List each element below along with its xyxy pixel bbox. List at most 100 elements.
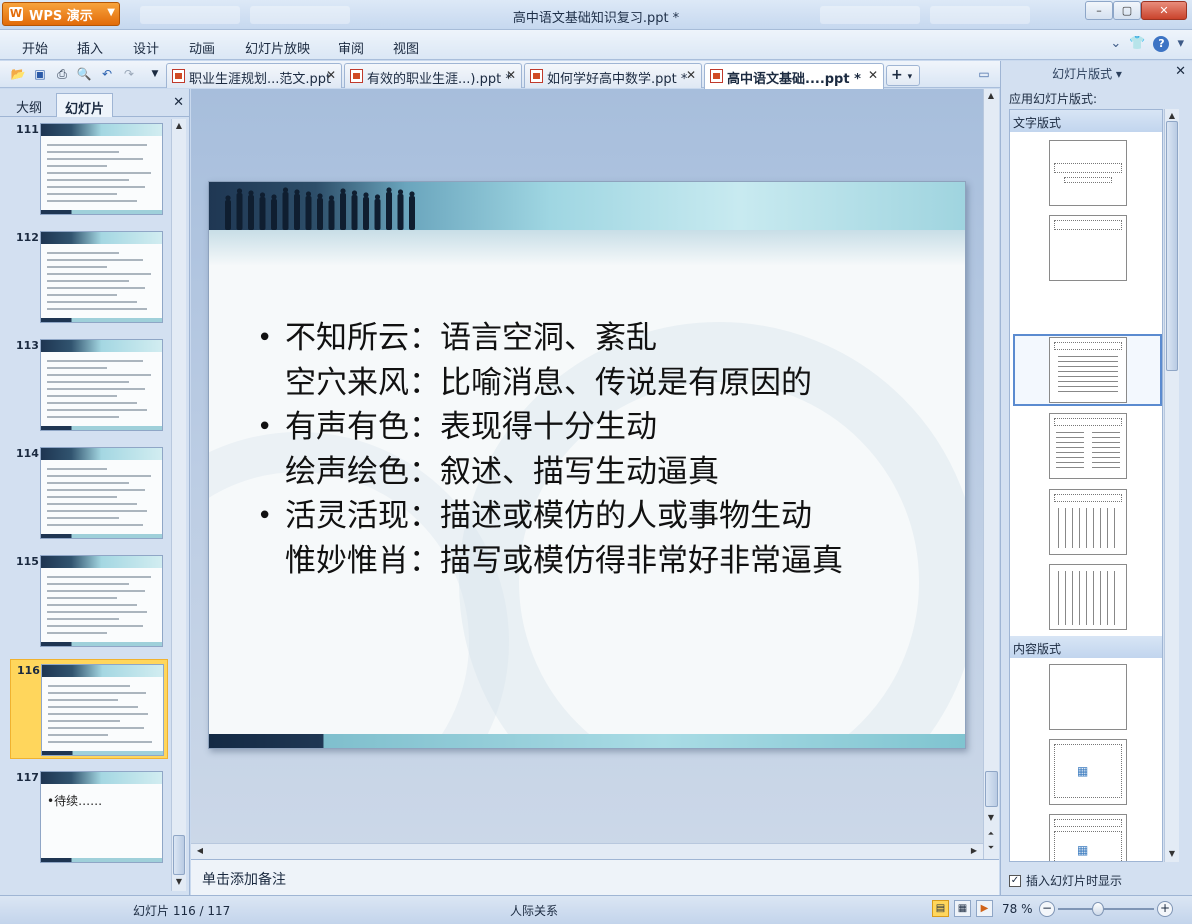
skin-icon[interactable]: 👕 <box>1129 36 1145 52</box>
doc-tab-label: 如何学好高中数学.ppt * <box>547 72 688 87</box>
menu-right-tools: ⌄ 👕 ? ▾ <box>1110 36 1184 52</box>
layout-title-and-text[interactable] <box>1049 337 1127 403</box>
restore-button[interactable]: ▢ <box>1113 1 1141 20</box>
slide-thumbnail[interactable]: 115 <box>10 551 168 651</box>
slide-indicator: 幻灯片 116 / 117 <box>133 904 231 918</box>
normal-view-icon[interactable]: ▤ <box>932 900 949 917</box>
zoom-out-icon[interactable]: − <box>1039 901 1055 917</box>
show-on-insert-option[interactable]: ✓ 插入幻灯片时显示 <box>1009 872 1122 889</box>
quick-access-toolbar: 📂 ▣ ⎙ 🔍 ↶ ↷ ▼ 职业生涯规划...范文.ppt ✕ 有效的职业生涯.… <box>0 61 1000 89</box>
scroll-down-icon[interactable]: ▼ <box>172 875 186 889</box>
close-icon[interactable]: ✕ <box>173 95 184 110</box>
current-slide[interactable]: • 不知所云：语言空洞、紊乱 空穴来风：比喻消息、传说是有原因的 • 有声有色：表现得十… <box>208 181 966 749</box>
new-tab-button[interactable]: + ▾ <box>886 65 920 86</box>
zoom-in-icon[interactable]: + <box>1157 901 1173 917</box>
theme-name: 人际关系 <box>510 904 559 918</box>
show-on-insert-label: 插入幻灯片时显示 <box>1026 874 1123 888</box>
menu-animation[interactable]: 动画 <box>189 38 215 57</box>
close-tab-icon[interactable]: ✕ <box>326 68 336 82</box>
close-window-button[interactable]: ✕ <box>1141 1 1187 20</box>
menu-view[interactable]: 视图 <box>393 38 419 57</box>
redo-icon[interactable]: ↷ <box>121 66 137 82</box>
slide-thumbnail[interactable]: 117 •待续…… <box>10 767 168 867</box>
customize-toolbar-icon[interactable]: ▼ <box>147 66 163 82</box>
bullet-text: 空穴来风：比喻消息、传说是有原因的 <box>285 364 812 401</box>
close-tab-icon[interactable]: ✕ <box>868 68 878 82</box>
menu-slideshow[interactable]: 幻灯片放映 <box>245 38 310 57</box>
slide-thumbnail-preview <box>41 664 164 756</box>
layout-vertical-title-and-text[interactable] <box>1049 564 1127 630</box>
layout-gallery-scrollbar[interactable]: ▲ ▼ <box>1164 109 1179 862</box>
doc-tab[interactable]: 职业生涯规划...范文.ppt ✕ <box>166 63 342 88</box>
notes-placeholder[interactable]: 单击添加备注 <box>202 869 286 889</box>
print-icon[interactable]: ⎙ <box>54 66 70 82</box>
doc-tab[interactable]: 如何学好高中数学.ppt * ✕ <box>524 63 702 88</box>
zoom-slider-track[interactable] <box>1058 908 1154 910</box>
layout-title-and-content[interactable]: ▦ <box>1049 814 1127 861</box>
previous-slide-icon[interactable]: ⏶ <box>984 827 998 841</box>
slide-thumbnail[interactable]: 114 <box>10 443 168 543</box>
close-tab-icon[interactable]: ✕ <box>506 68 516 82</box>
tab-slides[interactable]: 幻灯片 <box>56 93 114 117</box>
undo-icon[interactable]: ↶ <box>99 66 115 82</box>
toggle-taskpane-icon[interactable]: ▭ <box>976 66 992 82</box>
doc-tab[interactable]: 有效的职业生涯...).ppt * ✕ <box>344 63 522 88</box>
help-icon[interactable]: ? <box>1153 36 1170 52</box>
slide-thumbnail[interactable]: 111 <box>10 119 168 219</box>
section-text-layouts: 文字版式 <box>1010 110 1162 132</box>
slide-body-text[interactable]: • 不知所云：语言空洞、紊乱 空穴来风：比喻消息、传说是有原因的 • 有声有色：表现得十… <box>257 316 957 584</box>
slide-thumbnail-preview <box>40 231 163 323</box>
doc-tab-active[interactable]: 高中语文基础....ppt * ✕ <box>704 63 884 89</box>
save-icon[interactable]: ▣ <box>32 66 48 82</box>
menu-review[interactable]: 审阅 <box>338 38 364 57</box>
bullet-dot-icon: • <box>257 323 273 353</box>
layout-two-column-text[interactable] <box>1049 413 1127 479</box>
editor-horizontal-scrollbar[interactable]: ◀ ▶ <box>191 843 983 859</box>
menu-insert[interactable]: 插入 <box>77 38 103 57</box>
scroll-up-icon[interactable]: ▲ <box>172 119 186 133</box>
slide-sorter-view-icon[interactable]: ▦ <box>954 900 971 917</box>
scroll-left-icon[interactable]: ◀ <box>193 844 207 858</box>
scroll-down-icon[interactable]: ▼ <box>1165 847 1179 861</box>
layout-title-only[interactable] <box>1049 215 1127 281</box>
minimize-button[interactable]: – <box>1085 1 1113 20</box>
slideshow-view-icon[interactable]: ▶ <box>976 900 993 917</box>
zoom-slider-knob[interactable] <box>1092 902 1105 916</box>
layout-content[interactable]: ▦ <box>1049 739 1127 805</box>
scroll-thumb[interactable] <box>1166 121 1178 371</box>
scroll-up-icon[interactable]: ▲ <box>984 89 998 103</box>
slide-thumbnail-preview <box>40 447 163 539</box>
close-icon[interactable]: ✕ <box>1175 64 1186 79</box>
layout-blank[interactable] <box>1049 664 1127 730</box>
slide-number: 114 <box>16 447 39 460</box>
close-tab-icon[interactable]: ✕ <box>686 68 696 82</box>
scroll-thumb[interactable] <box>173 835 185 875</box>
chevron-down-icon[interactable]: ▾ <box>1177 36 1184 52</box>
scroll-thumb[interactable] <box>985 771 998 807</box>
open-folder-icon[interactable]: 📂 <box>10 66 26 82</box>
collapse-ribbon-icon[interactable]: ⌄ <box>1110 36 1121 52</box>
scroll-down-icon[interactable]: ▼ <box>984 811 998 825</box>
bullet-text: 绘声绘色：叙述、描写生动逼真 <box>285 453 719 490</box>
scroll-right-icon[interactable]: ▶ <box>967 844 981 858</box>
show-on-insert-checkbox[interactable]: ✓ <box>1009 874 1021 887</box>
zoom-level[interactable]: 78 % <box>1002 902 1033 916</box>
pane-title[interactable]: 幻灯片版式 ▾ <box>1001 65 1173 82</box>
ppt-file-icon <box>530 69 543 83</box>
tab-outline[interactable]: 大纲 <box>8 93 50 117</box>
layout-vertical-text[interactable] <box>1049 489 1127 555</box>
slide-thumbnail[interactable]: 113 <box>10 335 168 435</box>
menu-design[interactable]: 设计 <box>133 38 159 57</box>
editor-vertical-scrollbar[interactable]: ▲ ▼ ⏶ ⏷ <box>983 89 999 859</box>
thumbnails-scrollbar[interactable]: ▲ ▼ <box>171 119 186 891</box>
menu-home[interactable]: 开始 <box>22 38 48 57</box>
window-title: 高中语文基础知识复习.ppt * <box>512 11 680 26</box>
slide-thumbnail[interactable]: 112 <box>10 227 168 327</box>
notes-pane[interactable]: 单击添加备注 <box>191 859 999 895</box>
print-preview-icon[interactable]: 🔍 <box>76 66 92 82</box>
slide-footer-band <box>209 734 965 748</box>
next-slide-icon[interactable]: ⏷ <box>984 841 998 855</box>
layout-title-slide[interactable] <box>1049 140 1127 206</box>
slide-thumbnail[interactable]: 116 <box>10 659 168 759</box>
bullet-continuation: 惟妙惟肖：描写或模仿得非常好非常逼真 <box>257 539 957 584</box>
